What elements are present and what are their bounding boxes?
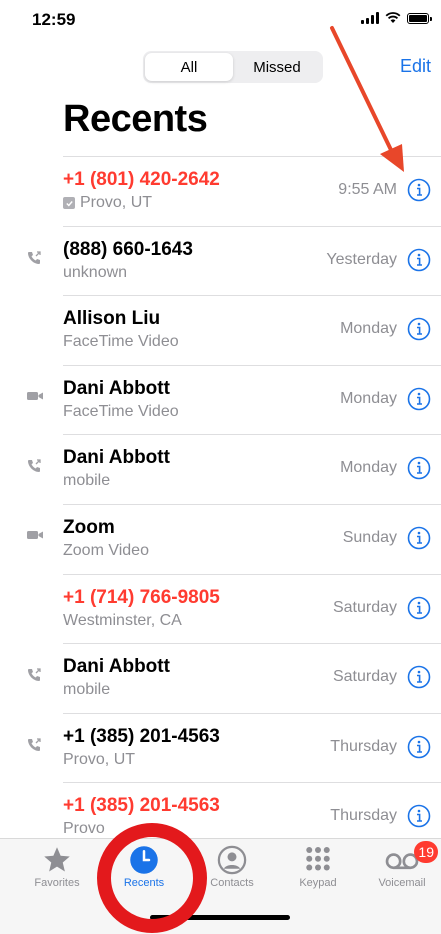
phone-call-icon: [26, 458, 42, 474]
info-icon[interactable]: [407, 387, 431, 411]
call-subtitle: Provo: [63, 820, 105, 838]
call-subtitle: mobile: [63, 472, 110, 490]
call-name: (888) 660-1643: [63, 238, 193, 260]
segment-missed[interactable]: Missed: [233, 53, 321, 81]
call-time: Monday: [340, 389, 397, 407]
person-icon: [217, 845, 247, 875]
segment-all[interactable]: All: [145, 53, 233, 81]
filter-segmented-control: All Missed: [143, 51, 323, 83]
call-name: Zoom: [63, 516, 115, 538]
tab-voicemail[interactable]: 19 Voicemail: [362, 841, 441, 889]
info-icon[interactable]: [407, 526, 431, 550]
call-time: Yesterday: [326, 250, 397, 268]
tab-label-keypad: Keypad: [299, 877, 337, 889]
star-icon: [44, 847, 70, 872]
call-subtitle-text: unknown: [63, 263, 128, 281]
tab-contacts[interactable]: Contacts: [192, 845, 272, 889]
info-icon[interactable]: [407, 317, 431, 341]
info-icon[interactable]: [407, 178, 431, 202]
tab-label-recents: Recents: [123, 877, 165, 889]
verified-check-icon: [63, 197, 75, 209]
phone-call-icon: [26, 737, 42, 753]
call-name: +1 (385) 201-4563: [63, 725, 220, 747]
video-call-icon: [26, 528, 43, 544]
call-row[interactable]: (888) 660-1643 unknown Yesterday: [0, 225, 441, 296]
call-name: +1 (385) 201-4563: [63, 795, 220, 817]
tab-label-favorites: Favorites: [34, 877, 80, 889]
call-subtitle: unknown: [63, 264, 127, 282]
call-subtitle-text: Provo: [63, 820, 105, 838]
page-title: Recents: [63, 98, 208, 140]
info-icon[interactable]: [407, 665, 431, 689]
status-bar: 12:59: [0, 0, 441, 40]
phone-call-icon: [26, 667, 42, 683]
call-row[interactable]: +1 (385) 201-4563 Provo, UT Thursday: [0, 712, 441, 783]
call-subtitle-text: Provo, UT: [63, 750, 136, 768]
call-time: Saturday: [332, 598, 397, 616]
keypad-icon: [306, 847, 330, 871]
status-time: 12:59: [32, 10, 76, 29]
call-name: Dani Abbott: [63, 377, 170, 399]
tab-label-voicemail: Voicemail: [378, 877, 426, 889]
call-subtitle-text: Zoom Video: [63, 541, 149, 559]
call-subtitle: FaceTime Video: [63, 333, 179, 351]
call-name: +1 (801) 420-2642: [63, 169, 220, 190]
call-time: 9:55 AM: [338, 181, 397, 198]
call-row[interactable]: +1 (714) 766-9805 Westminster, CA Saturday: [0, 573, 441, 644]
wifi-icon: [385, 12, 401, 23]
status-icons: [361, 12, 432, 24]
video-call-icon: [26, 389, 43, 405]
battery-icon: [407, 12, 432, 24]
info-icon[interactable]: [407, 456, 431, 480]
call-row[interactable]: Dani Abbott mobile Monday: [0, 434, 441, 504]
call-row[interactable]: Dani Abbott FaceTime Video Monday: [0, 364, 441, 435]
home-indicator[interactable]: [150, 915, 290, 920]
call-row[interactable]: Allison Liu FaceTime Video Monday: [0, 295, 441, 365]
call-time: Sunday: [342, 528, 397, 546]
tab-label-contacts: Contacts: [210, 877, 254, 889]
voicemail-badge: 19: [414, 841, 438, 863]
call-row[interactable]: Zoom Zoom Video Sunday: [0, 503, 441, 574]
call-subtitle-text: Provo, UT: [80, 194, 153, 211]
call-time: Saturday: [332, 668, 397, 686]
recents-list: +1 (801) 420-2642 Provo, UT 9:55 AM (888) 6…: [0, 156, 441, 852]
call-row[interactable]: +1 (801) 420-2642 Provo, UT 9:55 AM: [0, 156, 441, 226]
phone-call-icon: [26, 250, 42, 266]
tab-favorites[interactable]: Favorites: [17, 845, 97, 889]
call-name: Dani Abbott: [63, 656, 170, 678]
call-subtitle-text: FaceTime Video: [63, 402, 179, 420]
call-name: +1 (714) 766-9805: [63, 586, 220, 608]
call-subtitle: mobile: [63, 681, 110, 699]
info-icon[interactable]: [407, 596, 431, 620]
call-subtitle-text: mobile: [63, 472, 111, 490]
call-subtitle: Zoom Video: [63, 542, 149, 560]
tab-keypad[interactable]: Keypad: [278, 845, 358, 889]
tab-recents[interactable]: Recents: [104, 845, 184, 889]
info-icon[interactable]: [407, 248, 431, 272]
call-name: Allison Liu: [63, 308, 161, 330]
call-subtitle: Westminster, CA: [63, 612, 182, 630]
call-subtitle-text: Westminster, CA: [63, 611, 182, 629]
call-time: Thursday: [330, 807, 397, 825]
info-icon[interactable]: [407, 735, 431, 759]
clock-icon: [130, 846, 158, 874]
call-time: Monday: [340, 320, 397, 338]
signal-icon: [361, 12, 379, 24]
call-subtitle-text: mobile: [63, 681, 111, 699]
call-time: Monday: [340, 459, 397, 477]
info-icon[interactable]: [407, 804, 431, 828]
call-row[interactable]: Dani Abbott mobile Saturday: [0, 643, 441, 713]
edit-button[interactable]: Edit: [400, 56, 431, 77]
call-time: Thursday: [330, 737, 397, 755]
call-subtitle-text: FaceTime Video: [63, 333, 179, 351]
call-subtitle: Provo, UT: [63, 194, 152, 212]
call-name: Dani Abbott: [63, 447, 170, 469]
call-subtitle: Provo, UT: [63, 751, 135, 769]
call-subtitle: FaceTime Video: [63, 403, 179, 421]
